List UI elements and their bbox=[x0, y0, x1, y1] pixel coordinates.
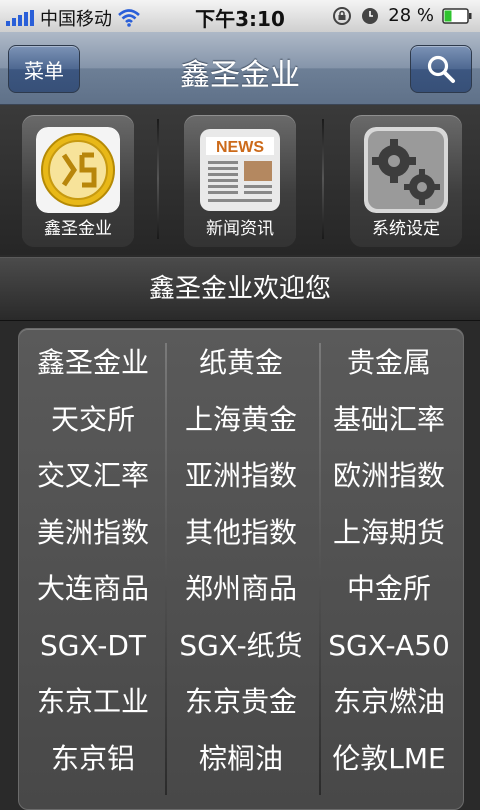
status-right: 28 % bbox=[332, 5, 472, 26]
grid-cell[interactable]: 大连商品 bbox=[19, 561, 167, 617]
grid-cell[interactable]: 东京工业 bbox=[19, 674, 167, 730]
xinsheng-logo-icon bbox=[36, 127, 120, 213]
grid-cell[interactable]: 美洲指数 bbox=[19, 505, 167, 561]
grid-cell[interactable]: 上海黄金 bbox=[167, 392, 315, 448]
grid-cell[interactable]: 天交所 bbox=[19, 392, 167, 448]
news-icon-text: NEWS bbox=[216, 139, 264, 156]
status-bar: 中国移动 下午3:10 28 % bbox=[0, 0, 480, 32]
tile-label: 新闻资讯 bbox=[206, 219, 274, 239]
tile-xinsheng[interactable]: 鑫圣金业 bbox=[22, 115, 134, 247]
tile-label: 鑫圣金业 bbox=[44, 219, 112, 239]
tile-settings[interactable]: 系统设定 bbox=[350, 115, 462, 247]
grid-cell[interactable]: 东京贵金 bbox=[167, 674, 315, 730]
grid-cell[interactable]: 伦敦LME bbox=[315, 731, 463, 787]
grid-cell[interactable]: 东京燃油 bbox=[315, 674, 463, 730]
grid-cell[interactable]: 其他指数 bbox=[167, 505, 315, 561]
battery-percent: 28 % bbox=[388, 5, 434, 26]
search-icon bbox=[427, 55, 455, 83]
grid-cell[interactable]: 亚洲指数 bbox=[167, 448, 315, 504]
grid-cell[interactable]: 纸黄金 bbox=[167, 335, 315, 391]
grid-cell[interactable]: SGX-DT bbox=[19, 618, 167, 674]
gear-icon bbox=[364, 127, 448, 213]
market-grid: 鑫圣金业 纸黄金 贵金属天交所 上海黄金 基础汇率交叉汇率 亚洲指数 欧洲指数美洲指数 其他指… bbox=[18, 328, 464, 810]
newspaper-icon: NEWS bbox=[198, 127, 282, 213]
grid-cell[interactable]: 郑州商品 bbox=[167, 561, 315, 617]
grid-cell[interactable]: 中金所 bbox=[315, 561, 463, 617]
page-title: 鑫圣金业 bbox=[180, 58, 300, 93]
nav-bar: 菜单 鑫圣金业 bbox=[0, 32, 480, 105]
battery-icon bbox=[442, 7, 472, 24]
tile-divider bbox=[157, 119, 159, 239]
grid-cell[interactable]: 欧洲指数 bbox=[315, 448, 463, 504]
grid-cell[interactable]: 鑫圣金业 bbox=[19, 335, 167, 391]
welcome-banner: 鑫圣金业欢迎您 bbox=[0, 257, 480, 321]
grid-cell[interactable]: 棕榈油 bbox=[167, 731, 315, 787]
grid-cell[interactable]: SGX-纸货 bbox=[167, 618, 315, 674]
alarm-clock-icon bbox=[362, 7, 379, 24]
grid-cell[interactable]: SGX-A50 bbox=[315, 618, 463, 674]
search-button[interactable] bbox=[410, 45, 472, 93]
tile-label: 系统设定 bbox=[372, 219, 440, 239]
grid-cell[interactable]: 基础汇率 bbox=[315, 392, 463, 448]
grid-cell[interactable]: 东京铝 bbox=[19, 731, 167, 787]
tile-divider bbox=[322, 119, 324, 239]
grid-cell[interactable]: 贵金属 bbox=[315, 335, 463, 391]
tile-news[interactable]: NEWS 新闻资讯 bbox=[184, 115, 296, 247]
grid-cell[interactable]: 交叉汇率 bbox=[19, 448, 167, 504]
quick-tiles: 鑫圣金业 NEWS 新闻资讯 系统设定 bbox=[0, 105, 480, 255]
grid-cell[interactable]: 上海期货 bbox=[315, 505, 463, 561]
rotation-lock-icon bbox=[333, 6, 352, 25]
